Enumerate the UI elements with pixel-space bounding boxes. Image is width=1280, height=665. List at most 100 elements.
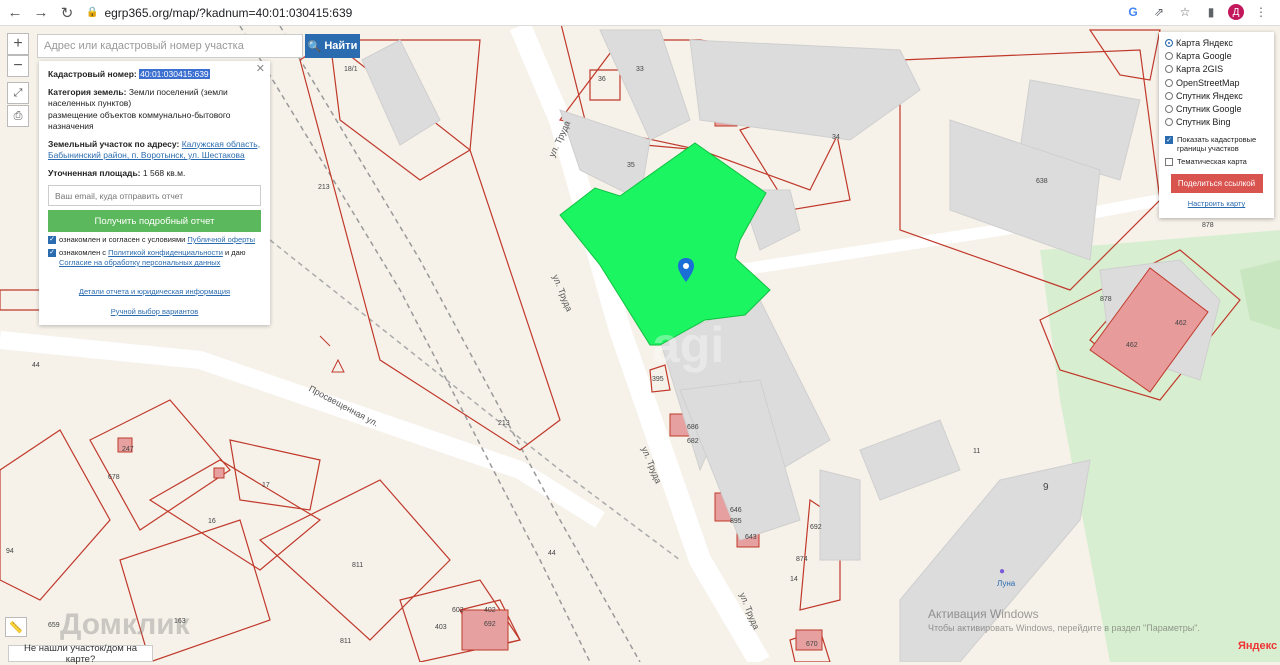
parcel-number-label: 395	[652, 376, 664, 383]
parcel-number-label: 811	[340, 638, 352, 645]
layer-option[interactable]: Карта 2GIS	[1165, 63, 1268, 76]
profile-avatar[interactable]: Д	[1228, 4, 1244, 20]
parcel-number-label: 678	[108, 474, 120, 481]
parcel-number-label: 11	[973, 448, 981, 455]
checkbox-privacy[interactable]: ✓	[48, 249, 56, 257]
browser-toolbar: ← → ↻ 🔒 egrp365.org/map/?kadnum=40:01:03…	[0, 0, 1280, 26]
parcel-number-label: 94	[6, 548, 14, 555]
layer-label: Карта Google	[1176, 50, 1232, 61]
lock-icon: 🔒	[86, 7, 99, 18]
yandex-logo: Яндекс	[1238, 640, 1278, 652]
parcel-number-label: 33	[636, 66, 644, 73]
search-icon: 🔍	[307, 40, 322, 53]
parcel-info-panel: ✕ Кадастровый номер: 40:01:030415:639 Ка…	[39, 61, 270, 325]
forward-icon[interactable]: →	[30, 2, 52, 24]
sidebar-icon[interactable]: ▮	[1202, 3, 1220, 21]
radio-button[interactable]	[1165, 38, 1173, 47]
layer-label: Карта 2GIS	[1176, 64, 1224, 75]
domclick-watermark: Домклик	[60, 608, 190, 641]
reload-icon[interactable]: ↻	[56, 2, 78, 24]
parcel-number-label: 682	[687, 438, 699, 445]
checkbox-show-bounds[interactable]: ✓	[1165, 136, 1173, 145]
layer-label: Карта Яндекс	[1176, 37, 1233, 48]
parcel-number-label: 462	[1126, 342, 1138, 349]
email-field[interactable]	[48, 185, 261, 206]
layer-option[interactable]: Карта Яндекс	[1165, 36, 1268, 49]
thematic-option[interactable]: Тематическая карта	[1165, 157, 1268, 167]
parcel-number-label: 895	[730, 518, 742, 525]
parcel-number-label: 44	[32, 362, 40, 369]
radio-button[interactable]	[1165, 105, 1173, 114]
parcel-number-label: 34	[832, 134, 840, 141]
radio-button[interactable]	[1165, 78, 1173, 87]
parcel-number-label: 18/1	[344, 66, 358, 73]
radio-button[interactable]	[1165, 91, 1173, 100]
ruler-icon[interactable]: 📏	[5, 617, 27, 637]
parcel-number-label: 14	[790, 576, 798, 583]
manual-select-link[interactable]: Ручной выбор вариантов	[111, 307, 199, 316]
offer-link[interactable]: Публичной оферты	[187, 235, 255, 244]
parcel-number-label: 811	[352, 562, 364, 569]
parcel-number-label: 878	[1100, 296, 1112, 303]
parcel-number-label: 692	[484, 621, 496, 628]
star-icon[interactable]: ☆	[1176, 3, 1194, 21]
layer-label: Спутник Google	[1176, 104, 1242, 115]
show-bounds-option[interactable]: ✓ Показать кадастровые границы участков	[1165, 135, 1268, 153]
poi-label[interactable]: Луна	[997, 579, 1015, 588]
search-input[interactable]	[37, 34, 303, 58]
parcel-number-label: 670	[806, 641, 818, 648]
url-text: egrp365.org/map/?kadnum=40:01:030415:639	[104, 5, 353, 20]
menu-icon[interactable]: ⋮	[1252, 3, 1270, 21]
cadastral-number[interactable]: 40:01:030415:639	[139, 69, 210, 79]
poi-icon[interactable]: ●	[999, 566, 1005, 577]
privacy-link[interactable]: Политикой конфиденциальности	[108, 248, 223, 257]
layer-option[interactable]: Карта Google	[1165, 49, 1268, 62]
radio-button[interactable]	[1165, 51, 1173, 60]
checkbox-offer[interactable]: ✓	[48, 236, 56, 244]
parcel-number-label: 35	[627, 162, 635, 169]
parcel-number-label: 602	[452, 607, 464, 614]
parcel-number-label: 9	[1043, 482, 1049, 493]
parcel-number-label: 44	[548, 550, 556, 557]
zoom-out-button[interactable]: −	[7, 55, 29, 77]
layer-option[interactable]: Спутник Google	[1165, 102, 1268, 115]
settings-link[interactable]: Настроить карту	[1188, 199, 1246, 208]
consent-link[interactable]: Согласие на обработку персональных данны…	[59, 258, 220, 267]
address-bar[interactable]: 🔒 egrp365.org/map/?kadnum=40:01:030415:6…	[86, 3, 352, 23]
back-icon[interactable]: ←	[4, 2, 26, 24]
get-report-button[interactable]: Получить подробный отчет	[48, 210, 261, 232]
layer-label: Спутник Bing	[1176, 117, 1231, 128]
google-icon[interactable]: G	[1124, 3, 1142, 21]
parcel-number-label: 878	[1202, 222, 1214, 229]
share-icon[interactable]: ⇗	[1150, 3, 1168, 21]
zoom-in-button[interactable]: +	[7, 33, 29, 55]
parcel-number-label: 638	[1036, 178, 1048, 185]
egrp-watermark: agi	[652, 317, 725, 373]
not-found-button[interactable]: Не нашли участок/дом на карте?	[8, 643, 153, 665]
layer-option[interactable]: Спутник Яндекс	[1165, 89, 1268, 102]
parcel-number-label: 692	[810, 524, 822, 531]
radio-button[interactable]	[1165, 118, 1173, 127]
close-icon[interactable]: ✕	[256, 63, 265, 76]
category-label: Категория земель:	[48, 86, 127, 97]
search-button[interactable]: 🔍 Найти	[305, 34, 360, 58]
fullscreen-icon[interactable]: ⤢	[7, 82, 29, 104]
parcel-number-label: 643	[745, 534, 757, 541]
radio-button[interactable]	[1165, 65, 1173, 74]
consent-offer: ✓ ознакомлен и согласен с условиями Публ…	[48, 235, 255, 244]
area-value: 1 568 кв.м.	[142, 167, 186, 178]
layer-label: OpenStreetMap	[1176, 77, 1240, 88]
details-link[interactable]: Детали отчета и юридическая информация	[79, 287, 230, 296]
parcel-number-label: 247	[122, 446, 134, 453]
share-link-button[interactable]: Поделиться ссылкой	[1170, 174, 1263, 194]
parcel-number-label: 213	[318, 184, 330, 191]
layer-option[interactable]: OpenStreetMap	[1165, 76, 1268, 89]
print-icon[interactable]: ⎙	[7, 105, 29, 127]
parcel-number-label: 213	[498, 420, 510, 427]
checkbox-thematic[interactable]	[1165, 158, 1173, 167]
parcel-number-label: 402	[484, 607, 496, 614]
parcel-number-label: 462	[1175, 320, 1187, 327]
layer-option[interactable]: Спутник Bing	[1165, 116, 1268, 129]
map-layers-panel: Карта Яндекс Карта Google Карта 2GIS OpenSt…	[1159, 32, 1274, 218]
parcel-number-label: 16	[208, 518, 216, 525]
